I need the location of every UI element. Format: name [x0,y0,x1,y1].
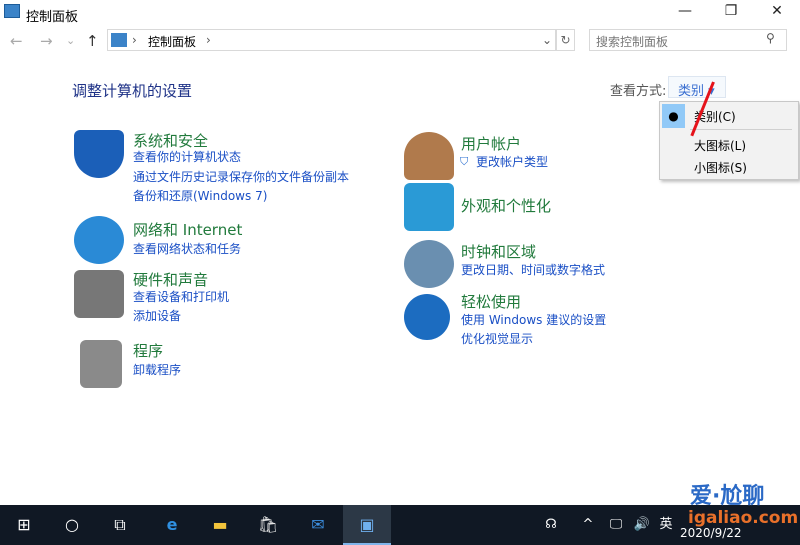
link-optimize-display[interactable]: 优化视觉显示 [461,330,533,350]
close-button[interactable]: ✕ [754,0,800,22]
link-file-history[interactable]: 通过文件历史记录保存你的文件备份副本 [133,168,349,188]
link-view-status[interactable]: 查看你的计算机状态 [133,148,241,168]
category-clock-region[interactable]: 时钟和区域 [461,241,536,262]
watermark-logo: 爱·尬聊 [690,484,765,509]
people-icon[interactable]: ☊ [536,505,566,545]
up-button[interactable]: ↑ [86,32,99,50]
view-menu: ● 类别(C) 大图标(L) 小图标(S) [659,101,799,180]
start-windows-icon[interactable]: ⊞ [0,505,48,545]
user-accounts-icon [404,132,454,180]
mail-icon[interactable]: ✉ [294,505,342,545]
category-user-accounts[interactable]: 用户帐户 [461,133,521,154]
task-view-icon[interactable]: ⧉ [96,505,144,545]
view-by-dropdown[interactable]: 类别 ▾ [668,76,726,99]
tray-chevron-icon[interactable]: ^ [578,505,598,545]
link-backup-restore[interactable]: 备份和还原(Windows 7) [133,187,267,207]
input-language-indicator[interactable]: 英 [656,505,676,545]
category-programs[interactable]: 程序 [133,340,163,361]
link-uninstall[interactable]: 卸载程序 [133,361,181,381]
link-change-account-type[interactable]: 更改帐户类型 [476,153,548,173]
menu-item-small-icons[interactable]: 小图标(S) [694,159,747,176]
search-input[interactable]: 搜索控制面板 [589,29,787,51]
breadcrumb-separator: › [132,33,137,47]
system-security-icon [74,130,124,178]
search-circle-icon[interactable]: ○ [48,505,96,545]
selected-bullet-icon: ● [662,104,685,128]
shield-icon: ⛉ [460,155,469,168]
file-explorer-icon[interactable]: ▬ [196,505,244,545]
programs-icon [80,340,122,388]
control-panel-icon [111,33,127,47]
address-bar[interactable]: › 控制面板 › ⌄ [107,29,556,51]
control-panel-icon [4,4,20,18]
view-by-label: 查看方式: [610,84,667,99]
link-network-status[interactable]: 查看网络状态和任务 [133,240,241,260]
menu-separator [690,129,792,130]
link-date-time-format[interactable]: 更改日期、时间或数字格式 [461,261,605,281]
page-title: 调整计算机的设置 [72,82,193,100]
appearance-monitor-icon [404,183,454,231]
watermark-url: igaliao.com [688,508,799,528]
printer-icon [74,270,124,318]
menu-item-large-icons[interactable]: 大图标(L) [694,137,746,154]
window-title: 控制面板 [26,10,79,25]
control-panel-taskbar-icon[interactable]: ▣ [343,505,391,545]
link-devices-printers[interactable]: 查看设备和打印机 [133,288,229,308]
minimize-button[interactable]: — [662,0,708,22]
recent-locations-button[interactable]: ⌄ [66,34,75,47]
network-icon[interactable]: 🖵 [604,505,628,545]
link-recommended-settings[interactable]: 使用 Windows 建议的设置 [461,311,606,331]
refresh-button[interactable]: ↻ [556,29,575,51]
taskbar-date[interactable]: 2020/9/22 [680,526,742,540]
category-appearance[interactable]: 外观和个性化 [461,195,551,216]
link-add-device[interactable]: 添加设备 [133,307,181,327]
address-dropdown-icon[interactable]: ⌄ [542,33,552,47]
network-globe-icon [74,216,124,264]
search-icon[interactable]: ⚲ [766,31,775,45]
ease-of-access-icon [404,294,450,340]
category-ease-of-access[interactable]: 轻松使用 [461,291,521,312]
volume-icon[interactable]: 🔊 [630,505,654,545]
back-button[interactable]: ← [10,32,23,50]
store-icon[interactable]: 🛍 [244,505,292,545]
forward-button[interactable]: → [40,32,53,50]
maximize-button[interactable]: ❐ [708,0,754,22]
breadcrumb-control-panel[interactable]: 控制面板 [148,33,196,50]
breadcrumb-separator[interactable]: › [206,33,211,47]
clock-globe-icon [404,240,454,288]
category-hardware-sound[interactable]: 硬件和声音 [133,269,208,290]
category-network[interactable]: 网络和 Internet [133,219,242,240]
edge-browser-icon[interactable]: e [148,505,196,545]
